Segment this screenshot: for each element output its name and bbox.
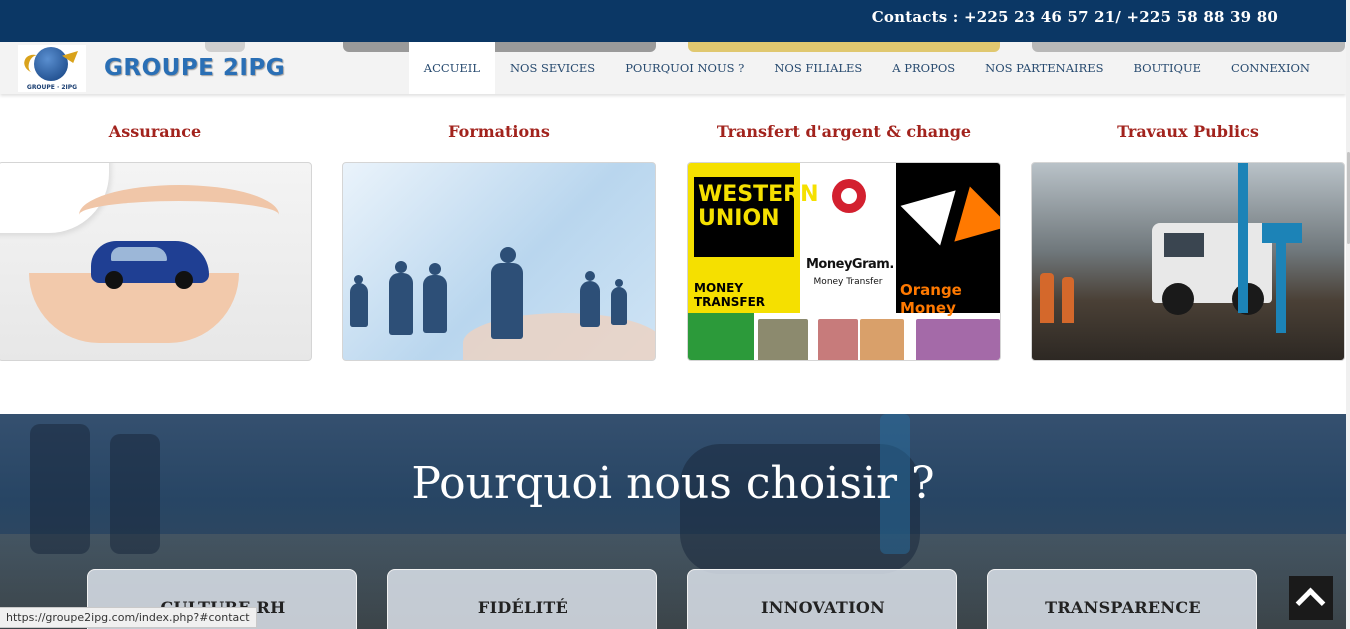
drill-rig (1238, 163, 1248, 313)
service-title[interactable]: Transfert d'argent & change (687, 122, 1001, 144)
value-card-fidelite: FIDÉLITÉ (387, 569, 657, 629)
service-card-transfert[interactable]: Transfert d'argent & change WESTERN UNIO… (687, 122, 1001, 361)
person-icon (615, 279, 623, 287)
orange-money-logo: Orange Money (896, 163, 1000, 317)
nav-item-services[interactable]: NOS SEVICES (495, 42, 610, 94)
nav-item-filiales[interactable]: NOS FILIALES (759, 42, 877, 94)
moneygram-text: MoneyGram. (806, 257, 894, 272)
worker-figure (1062, 277, 1074, 323)
person-icon (580, 281, 600, 327)
back-to-top-button[interactable] (1289, 576, 1333, 620)
main-navbar: GROUPE · 2IPG GROUPE 2IPG ACCUEIL NOS SE… (0, 42, 1346, 94)
moneygram-logo: MoneyGram. Money Transfer (804, 173, 894, 313)
orange-money-text: Orange Money (900, 281, 962, 317)
why-title: Pourquoi nous choisir ? (411, 458, 935, 509)
service-title[interactable]: Formations (342, 122, 656, 144)
service-image-transfert[interactable]: WESTERN UNION MONEY TRANSFER MoneyGram. … (687, 162, 1001, 361)
nav-item-pourquoi[interactable]: POURQUOI NOUS ? (610, 42, 759, 94)
value-card-innovation: INNOVATION (687, 569, 957, 629)
banknote-image (688, 313, 754, 360)
truck-wheel (1232, 283, 1264, 315)
service-image-formations[interactable] (342, 162, 656, 361)
service-card-formations[interactable]: Formations (342, 122, 656, 361)
person-icon (350, 283, 368, 327)
carousel-peek (205, 42, 245, 52)
hand-shape (79, 185, 279, 245)
banknote-image (758, 319, 808, 360)
banknote-image (818, 319, 858, 360)
nav-item-apropos[interactable]: A PROPOS (877, 42, 970, 94)
banknote-image (860, 319, 904, 360)
banknote-image (916, 319, 1000, 360)
service-image-assurance[interactable] (0, 162, 312, 361)
car-window (111, 247, 167, 261)
page-scrollbar[interactable] (1346, 0, 1350, 629)
person-icon (423, 275, 447, 333)
contacts-text: Contacts : +225 23 46 57 21/ +225 58 88 … (871, 8, 1278, 26)
nav-item-partenaires[interactable]: NOS PARTENAIRES (970, 42, 1118, 94)
car-wheel (105, 271, 123, 289)
value-title: FIDÉLITÉ (477, 598, 569, 617)
moneygram-icon (832, 179, 866, 213)
car-wheel (175, 271, 193, 289)
person-icon (389, 273, 413, 335)
person-icon (585, 271, 595, 281)
service-card-travaux[interactable]: Travaux Publics (1031, 122, 1345, 361)
value-title: TRANSPARENCE (1045, 598, 1201, 617)
value-card-transparence: TRANSPARENCE (987, 569, 1257, 629)
service-title[interactable]: Travaux Publics (1031, 122, 1345, 144)
service-title[interactable]: Assurance (0, 122, 312, 144)
nav-item-boutique[interactable]: BOUTIQUE (1119, 42, 1217, 94)
nav-item-accueil[interactable]: ACCUEIL (408, 42, 495, 94)
drill-rig (1276, 243, 1286, 333)
western-union-text: WESTERN UNION (694, 177, 819, 257)
value-title: INNOVATION (760, 598, 886, 617)
logo[interactable]: GROUPE · 2IPG (18, 45, 86, 92)
person-icon (395, 261, 407, 273)
why-section: Pourquoi nous choisir ? CULTURE RH FIDÉL… (0, 414, 1346, 629)
western-union-subtext: MONEY TRANSFER (694, 281, 766, 309)
service-card-assurance[interactable]: Assurance (0, 122, 312, 361)
person-icon (611, 287, 627, 325)
nav-menu: ACCUEIL NOS SEVICES POURQUOI NOUS ? NOS … (408, 42, 1325, 94)
nav-item-connexion[interactable]: CONNEXION (1216, 42, 1325, 94)
person-icon (429, 263, 441, 275)
person-icon (500, 247, 516, 263)
moneygram-subtext: Money Transfer (813, 277, 883, 287)
brand-name[interactable]: GROUPE 2IPG (104, 55, 285, 81)
service-image-travaux[interactable] (1031, 162, 1345, 361)
person-icon (491, 263, 523, 339)
car-icon (91, 241, 209, 289)
western-union-logo: WESTERN UNION MONEY TRANSFER (688, 163, 819, 313)
top-contact-bar: Contacts : +225 23 46 57 21/ +225 58 88 … (0, 0, 1346, 42)
drill-rig (1262, 223, 1302, 243)
logo-caption: GROUPE · 2IPG (26, 84, 78, 91)
worker-figure (1040, 273, 1054, 323)
truck-wheel (1162, 283, 1194, 315)
hand-shape (29, 273, 239, 343)
truck-window (1164, 233, 1204, 257)
status-url: https://groupe2ipg.com/index.php?#contac… (0, 607, 257, 628)
